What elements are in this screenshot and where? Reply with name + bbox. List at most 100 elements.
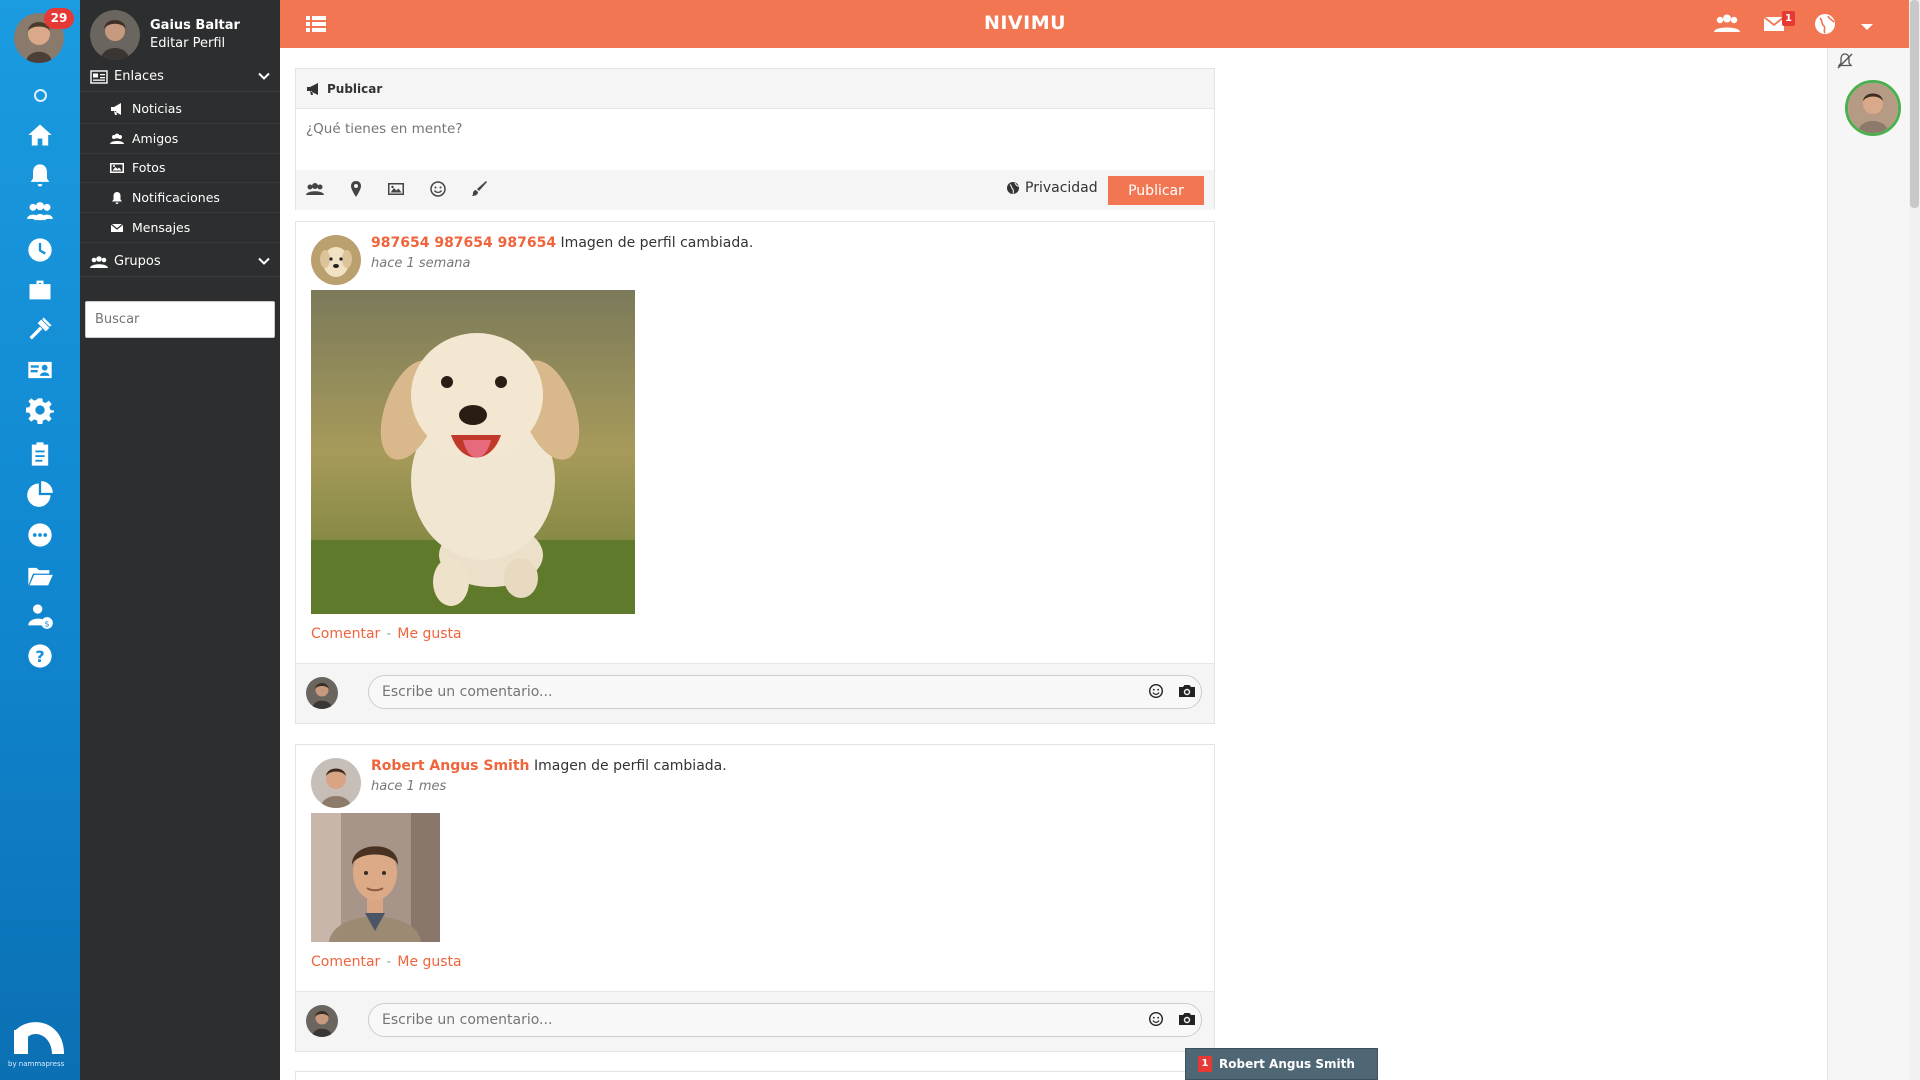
- chat-tab[interactable]: 1 Robert Angus Smith: [1185, 1048, 1378, 1080]
- like-link[interactable]: Me gusta: [397, 626, 461, 642]
- chevron-down-icon: [258, 257, 270, 265]
- publish-button[interactable]: Publicar: [1108, 176, 1204, 205]
- privacy-label: Privacidad: [1025, 180, 1098, 196]
- sidebar: Gaius Baltar Editar Perfil Enlaces Notic…: [80, 0, 280, 1080]
- comment-composer: [296, 663, 1214, 723]
- bell-icon[interactable]: [24, 160, 56, 192]
- megaphone-icon: [111, 102, 121, 115]
- sidebar-item-notificaciones[interactable]: Notificaciones: [80, 183, 280, 213]
- comment-link[interactable]: Comentar: [311, 626, 380, 642]
- sidebar-item-amigos[interactable]: Amigos: [80, 124, 280, 154]
- comment-composer: [296, 991, 1214, 1051]
- newspaper-icon: [90, 69, 108, 84]
- post-author-link[interactable]: 987654 987654 987654: [371, 235, 556, 251]
- sidebar-item-label: Notificaciones: [132, 190, 220, 205]
- tools-icon[interactable]: [24, 313, 56, 345]
- groups-section-header[interactable]: Grupos: [80, 247, 280, 277]
- post-actions: Comentar - Me gusta: [311, 626, 462, 642]
- friends-icon[interactable]: [1714, 12, 1740, 38]
- post-actions: Comentar - Me gusta: [311, 954, 462, 970]
- post-author-avatar[interactable]: [311, 758, 361, 808]
- messages-count-badge: 1: [1782, 11, 1795, 26]
- gear-icon[interactable]: [24, 394, 56, 426]
- location-icon[interactable]: [347, 180, 367, 200]
- icon-rail: 29 $ ? by nammapress: [0, 0, 80, 1080]
- sidebar-item-label: Amigos: [132, 131, 179, 146]
- post-action-text: Imagen de perfil cambiada.: [533, 758, 727, 774]
- chat-unread-badge: 1: [1198, 1056, 1212, 1072]
- links-section-label: Enlaces: [114, 69, 164, 84]
- sidebar-search-input[interactable]: [85, 301, 275, 338]
- contact-avatar[interactable]: [1845, 80, 1901, 136]
- post-author-avatar[interactable]: [311, 235, 361, 285]
- publish-box: Publicar Privacidad Publicar: [295, 68, 1215, 210]
- post-action-text: Imagen de perfil cambiada.: [560, 235, 754, 251]
- clipboard-icon[interactable]: [24, 438, 56, 470]
- emoji-icon[interactable]: [1148, 1011, 1164, 1027]
- sidebar-item-label: Mensajes: [132, 220, 191, 235]
- user-dollar-icon[interactable]: $: [24, 600, 56, 632]
- svg-text:?: ?: [35, 647, 44, 666]
- bell-icon: [112, 191, 122, 204]
- like-link[interactable]: Me gusta: [397, 954, 461, 970]
- groups-section-label: Grupos: [114, 254, 161, 269]
- publish-header: Publicar: [296, 69, 1214, 109]
- emoji-icon[interactable]: [1148, 683, 1164, 699]
- chat-icon[interactable]: [24, 519, 56, 551]
- id-card-icon[interactable]: [24, 354, 56, 386]
- contacts-panel: [1827, 48, 1909, 1080]
- profile-block[interactable]: Gaius Baltar Editar Perfil: [90, 10, 275, 60]
- brush-icon[interactable]: [470, 180, 490, 200]
- comment-input[interactable]: [368, 1003, 1202, 1037]
- comment-link[interactable]: Comentar: [311, 954, 380, 970]
- commenter-avatar: [306, 1005, 338, 1037]
- camera-icon[interactable]: [1178, 1011, 1196, 1027]
- post-timestamp: hace 1 semana: [371, 256, 471, 271]
- sidebar-item-fotos[interactable]: Fotos: [80, 153, 280, 183]
- man-portrait-photo[interactable]: [311, 813, 440, 942]
- post-timestamp: hace 1 mes: [371, 779, 447, 794]
- edit-profile-link[interactable]: Editar Perfil: [150, 36, 225, 51]
- post-author-link[interactable]: Robert Angus Smith: [371, 758, 530, 774]
- bell-slash-icon[interactable]: [1836, 52, 1854, 70]
- globe-icon: [1007, 182, 1019, 194]
- emoji-icon[interactable]: [429, 180, 449, 200]
- pie-chart-icon[interactable]: [24, 478, 56, 510]
- chat-contact-name: Robert Angus Smith: [1219, 1057, 1355, 1071]
- home-icon[interactable]: [24, 119, 56, 151]
- notification-count-badge: 29: [44, 8, 74, 29]
- envelope-icon: [110, 223, 124, 232]
- folder-icon[interactable]: [24, 560, 56, 592]
- post-headline: 987654 987654 987654 Imagen de perfil ca…: [371, 235, 753, 251]
- caret-down-icon[interactable]: [1854, 14, 1880, 40]
- scrollbar-thumb[interactable]: [1910, 0, 1919, 208]
- status-circle-icon: [34, 89, 47, 102]
- page-scrollbar[interactable]: [1909, 0, 1920, 1080]
- help-icon[interactable]: ?: [24, 640, 56, 672]
- puppy-photo[interactable]: [311, 290, 635, 614]
- post-card-partial: [295, 1071, 1215, 1080]
- post-card: 987654 987654 987654 Imagen de perfil ca…: [295, 221, 1215, 724]
- profile-avatar[interactable]: [90, 10, 140, 60]
- clock-icon[interactable]: [24, 234, 56, 266]
- tag-friends-icon[interactable]: [306, 180, 326, 200]
- users-icon: [110, 133, 124, 144]
- photo-icon[interactable]: [387, 180, 407, 200]
- links-section-header[interactable]: Enlaces: [80, 62, 280, 92]
- camera-icon[interactable]: [1178, 683, 1196, 699]
- chevron-down-icon: [258, 72, 270, 80]
- top-bar: NIVIMU 1: [280, 0, 1909, 48]
- globe-icon[interactable]: [1812, 12, 1838, 38]
- sidebar-item-mensajes[interactable]: Mensajes: [80, 213, 280, 243]
- vendor-label: by nammapress: [8, 1060, 65, 1068]
- user-name[interactable]: Gaius Baltar: [150, 18, 240, 33]
- sidebar-item-noticias[interactable]: Noticias: [80, 94, 280, 124]
- nammapress-logo: [14, 1022, 64, 1054]
- brand-title[interactable]: NIVIMU: [280, 12, 1770, 34]
- sidebar-item-label: Noticias: [132, 101, 182, 116]
- comment-input[interactable]: [368, 675, 1202, 709]
- users-icon[interactable]: [24, 196, 56, 228]
- publish-textarea[interactable]: [296, 109, 1214, 170]
- briefcase-icon[interactable]: [24, 274, 56, 306]
- privacy-selector[interactable]: Privacidad: [1006, 180, 1098, 196]
